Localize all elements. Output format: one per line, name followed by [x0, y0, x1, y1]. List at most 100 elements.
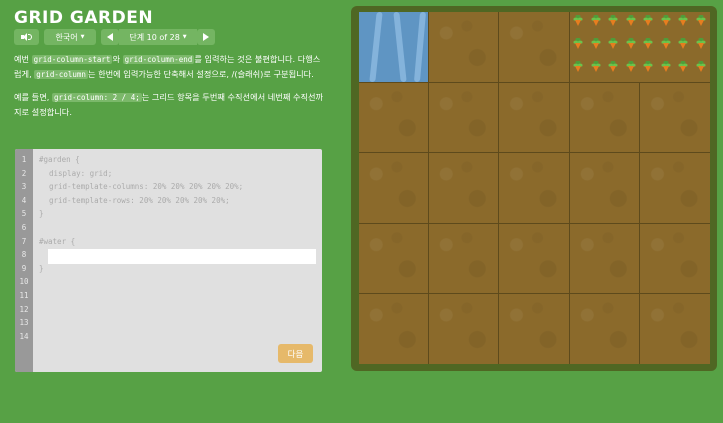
carrot-icon [692, 35, 709, 58]
carrot-icon [570, 58, 587, 81]
line-number: 6 [21, 222, 27, 232]
line-number: 11 [19, 290, 29, 300]
carrot-icon [587, 35, 604, 58]
line-number: 13 [19, 318, 29, 328]
language-select[interactable]: 한국어 ▼ [44, 29, 96, 45]
soil-tile [569, 223, 640, 294]
water-tile [358, 12, 428, 82]
line-number: 2 [21, 168, 27, 178]
soil-tile [640, 153, 710, 223]
soil-tile [640, 223, 710, 294]
sound-toggle-button[interactable] [14, 29, 39, 45]
garden-grid [358, 12, 710, 364]
soil-tile [428, 153, 499, 223]
code-snippet: grid-column-end [122, 55, 195, 64]
carrot-icon [622, 12, 639, 35]
soil-tile [358, 153, 428, 223]
next-level-button[interactable] [197, 29, 215, 45]
instruction-text: 와 [112, 54, 123, 64]
carrot-icon [640, 12, 657, 35]
line-number: 1 [21, 155, 27, 164]
code-snippet: grid-column: 2 / 4; [51, 93, 142, 102]
previous-level-button[interactable] [101, 29, 119, 45]
line-number: 10 [19, 277, 29, 287]
carrot-icon [657, 58, 674, 81]
carrot-patch [569, 12, 710, 82]
instruction-text: 예번 [14, 54, 32, 64]
soil-tile [569, 153, 640, 223]
caret-down-icon: ▼ [80, 34, 85, 40]
soil-tile [499, 12, 569, 82]
code-line: #garden { [39, 155, 80, 164]
app-title: GRID GARDEN [14, 8, 154, 28]
carrot-icon [605, 58, 622, 81]
level-select[interactable]: 단계 10 of 28 ▼ [119, 29, 197, 45]
next-button[interactable]: 다음 [278, 344, 313, 363]
soil-tile [640, 294, 710, 364]
instruction-text: 는 한번에 입력가능한 단축해서 설정으로, /(슬래쉬)로 구분됩니다. [87, 69, 314, 79]
soil-tile [499, 153, 569, 223]
code-snippet: grid-column-start [31, 55, 113, 64]
code-snippet: grid-column [34, 70, 88, 79]
line-number: 3 [21, 182, 27, 192]
carrot-icon [640, 35, 657, 58]
language-label: 한국어 [55, 32, 78, 42]
carrot-icon [675, 58, 692, 81]
code-line: #water { [39, 236, 76, 246]
carrot-icon [640, 58, 657, 81]
arrow-left-icon [107, 33, 113, 41]
caret-down-icon: ▼ [182, 34, 187, 40]
line-number: 12 [19, 304, 29, 314]
carrot-icon [675, 35, 692, 58]
carrot-icon [657, 35, 674, 58]
instruction-text: 예를 들면, [14, 92, 52, 102]
instructions: 예번 grid-column-start 와 grid-column-end 를 입… [14, 52, 326, 127]
carrot-icon [605, 12, 622, 35]
toolbar: 한국어 ▼ 단계 10 of 28 ▼ [14, 29, 215, 45]
arrow-right-icon [203, 33, 209, 41]
carrot-icon [692, 12, 709, 35]
garden-board [351, 6, 717, 371]
carrot-icon [675, 12, 692, 35]
code-line: grid-template-columns: 20% 20% 20% 20% 2… [49, 182, 244, 192]
soil-tile [428, 82, 499, 153]
instruction-paragraph-2: 예를 들면, grid-column: 2 / 4; 는 그리드 항목을 두번째 … [14, 90, 326, 119]
soil-tile [499, 82, 569, 153]
line-number: 8 [21, 250, 27, 260]
soil-tile [428, 294, 499, 364]
soil-tile [499, 223, 569, 294]
code-line: grid-template-rows: 20% 20% 20% 20% 20%; [49, 195, 230, 205]
carrot-icon [622, 58, 639, 81]
soil-tile [358, 294, 428, 364]
soil-tile [428, 223, 499, 294]
soil-tile [640, 82, 710, 153]
css-answer-input[interactable] [48, 249, 316, 264]
carrot-icon [587, 12, 604, 35]
line-number: 5 [21, 209, 27, 219]
line-number: 4 [21, 195, 27, 205]
level-label: 단계 10 of 28 [129, 32, 180, 42]
instruction-paragraph-1: 예번 grid-column-start 와 grid-column-end 를 입… [14, 52, 326, 82]
carrot-icon [692, 58, 709, 81]
soil-tile [569, 294, 640, 364]
code-line: } [39, 209, 44, 219]
soil-tile [358, 223, 428, 294]
soil-tile [569, 82, 640, 153]
line-number: 9 [21, 263, 27, 273]
carrot-icon [657, 12, 674, 35]
carrot-icon [587, 58, 604, 81]
soil-tile [499, 294, 569, 364]
carrot-icon [570, 12, 587, 35]
line-number: 14 [19, 331, 29, 341]
carrot-icon [570, 35, 587, 58]
soil-tile [428, 12, 499, 82]
speaker-icon [20, 33, 33, 41]
code-line: display: grid; [49, 168, 113, 178]
line-number-gutter: 1 2 3 4 5 6 7 8 9 10 11 12 13 14 [15, 149, 33, 372]
soil-tile [358, 82, 428, 153]
carrot-icon [605, 35, 622, 58]
line-number: 7 [21, 236, 27, 246]
carrot-icon [622, 35, 639, 58]
code-editor: 1 2 3 4 5 6 7 8 9 10 11 12 13 14 #garden { display: g… [15, 149, 322, 372]
